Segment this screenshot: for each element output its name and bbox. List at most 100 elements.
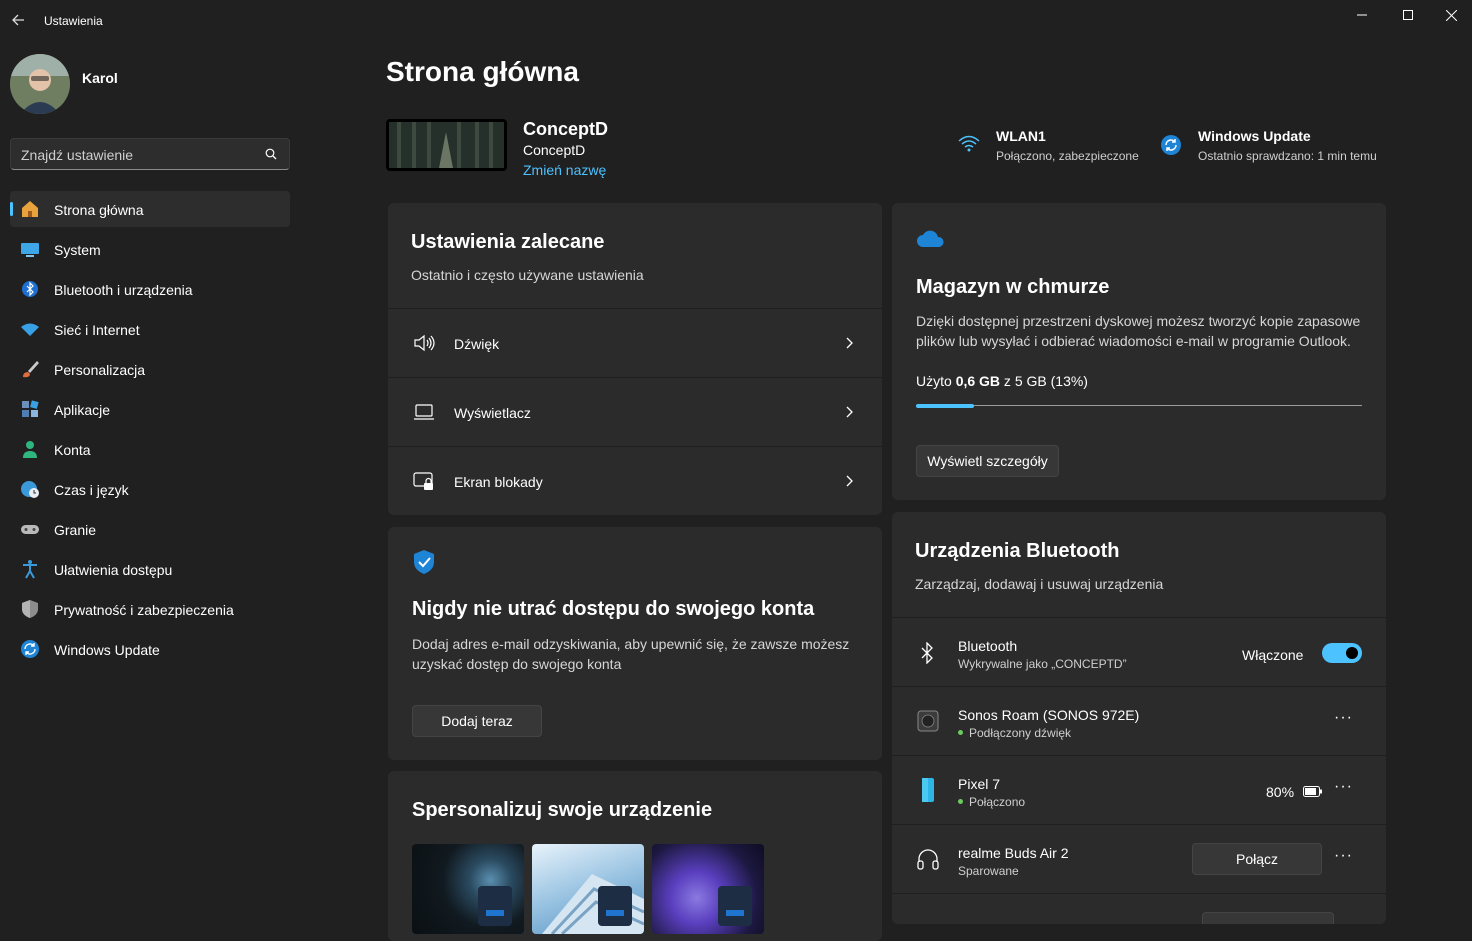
partial-button[interactable] [1202, 912, 1334, 924]
search-icon[interactable] [265, 148, 277, 160]
bt-device-status-text: Podłączony dźwięk [969, 726, 1072, 740]
sidebar-item-privacy[interactable]: Prywatność i zabezpieczenia [10, 591, 290, 627]
sidebar-item-accounts[interactable]: Konta [10, 431, 290, 467]
sidebar-item-time-language[interactable]: Czas i język [10, 471, 290, 507]
user-profile[interactable]: Karol [10, 54, 290, 114]
storage-used-value: 0,6 GB [955, 373, 1001, 389]
theme-thumbnail-2[interactable] [532, 844, 644, 934]
row-label: Ekran blokady [454, 474, 543, 490]
back-button[interactable] [6, 8, 30, 32]
rename-device-link[interactable]: Zmień nazwę [523, 162, 606, 178]
bt-device-status: Sparowane [958, 864, 1019, 878]
bt-device-status: Połączono [958, 795, 1025, 809]
card-text-line-2: uzyskać dostęp do swojego konta [412, 656, 622, 672]
add-now-button[interactable]: Dodaj teraz [412, 705, 542, 737]
chevron-right-icon [846, 337, 853, 349]
chevron-right-icon [846, 406, 853, 418]
sidebar-item-network[interactable]: Sieć i Internet [10, 311, 290, 347]
bluetooth-icon [921, 642, 933, 664]
windows-update-status-sub: Ostatnio sprawdzano: 1 min temu [1198, 149, 1377, 163]
card-title: Magazyn w chmurze [916, 276, 1110, 298]
bt-device-row[interactable]: Sonos Roam (SONOS 972E) Podłączony dźwię… [892, 687, 1386, 755]
sidebar-item-label: Strona główna [54, 202, 144, 218]
sidebar-item-label: Windows Update [54, 642, 160, 658]
bt-device-row[interactable]: Pixel 7 Połączono 80% ··· [892, 756, 1386, 824]
arrow-left-icon [12, 14, 24, 26]
sidebar-item-gaming[interactable]: Granie [10, 511, 290, 547]
card-text-line-2: plików lub wysyłać i odbierać wiadomości… [916, 333, 1351, 349]
row-label: Dźwięk [454, 336, 500, 352]
search-box[interactable] [10, 138, 290, 170]
app-title: Ustawienia [44, 14, 103, 28]
card-title: Ustawienia zalecane [411, 231, 605, 253]
user-name: Karol [82, 70, 118, 86]
sidebar-item-label: Aplikacje [54, 402, 111, 418]
wifi-status-icon[interactable] [958, 134, 980, 154]
title-bar: Ustawienia [0, 0, 1472, 42]
sidebar-item-home[interactable]: Strona główna [10, 191, 290, 227]
sidebar-item-accessibility[interactable]: Ułatwienia dostępu [10, 551, 290, 587]
shield-check-icon [414, 550, 434, 574]
more-options-button[interactable]: ··· [1334, 847, 1353, 865]
card-subtitle: Zarządzaj, dodawaj i usuwaj urządzenia [915, 576, 1164, 592]
theme-badge-icon [598, 886, 632, 926]
wifi-status-title[interactable]: WLAN1 [996, 128, 1046, 144]
sidebar-item-label: Personalizacja [54, 362, 146, 378]
more-options-button[interactable]: ··· [1334, 709, 1353, 727]
battery-icon [1303, 786, 1322, 797]
sidebar-item-label: Granie [54, 522, 97, 538]
bt-device-name: Pixel 7 [958, 776, 1001, 792]
avatar[interactable] [10, 54, 70, 114]
sidebar-item-system[interactable]: System [10, 231, 290, 267]
chevron-right-icon [846, 475, 853, 487]
card-title: Nigdy nie utrać dostępu do swojego konta [412, 598, 815, 620]
theme-badge-icon [718, 886, 752, 926]
sidebar-item-bluetooth[interactable]: Bluetooth i urządzenia [10, 271, 290, 307]
shield-icon [20, 599, 40, 619]
card-title: Spersonalizuj swoje urządzenie [412, 799, 713, 821]
sidebar-nav: Strona główna System Bluetooth i urządze… [10, 191, 290, 671]
personalize-card: Spersonalizuj swoje urządzenie [388, 771, 882, 941]
headphones-icon [917, 849, 939, 870]
bt-device-name: realme Buds Air 2 [958, 845, 1069, 861]
theme-thumbnail-3[interactable] [652, 844, 764, 934]
maximize-button[interactable] [1385, 0, 1431, 30]
speaker-icon [414, 334, 435, 352]
windows-update-status-icon[interactable] [1160, 134, 1182, 156]
bluetooth-toggle[interactable] [1322, 643, 1362, 663]
brush-icon [20, 359, 40, 379]
card-subtitle: Ostatnio i często używane ustawienia [411, 267, 644, 283]
minimize-button[interactable] [1339, 0, 1385, 30]
laptop-icon [414, 404, 434, 420]
view-details-button[interactable]: Wyświetl szczegóły [916, 445, 1059, 477]
card-text-line-1: Dodaj adres e-mail odzyskiwania, aby upe… [412, 636, 850, 652]
close-button[interactable] [1431, 0, 1472, 30]
sidebar-item-apps[interactable]: Aplikacje [10, 391, 290, 427]
monitor-icon [20, 239, 40, 259]
globe-clock-icon [20, 479, 40, 499]
bt-device-row[interactable]: realme Buds Air 2 Sparowane Połącz ··· [892, 825, 1386, 893]
more-options-button[interactable]: ··· [1334, 778, 1353, 796]
sidebar-item-label: Prywatność i zabezpieczenia [54, 602, 234, 618]
windows-update-status-title[interactable]: Windows Update [1198, 128, 1311, 144]
account-recovery-card: Nigdy nie utrać dostępu do swojego konta… [388, 527, 882, 760]
lock-screen-icon [413, 472, 433, 490]
recommended-item-sound[interactable]: Dźwięk [388, 309, 882, 377]
theme-thumbnail-1[interactable] [412, 844, 524, 934]
connected-dot-icon [958, 730, 963, 736]
cloud-storage-card: Magazyn w chmurze Dzięki dostępnej przes… [892, 203, 1386, 500]
phone-icon [922, 778, 934, 802]
storage-usage-text: Użyto 0,6 GB z 5 GB (13%) [916, 371, 1088, 391]
sidebar-item-personalization[interactable]: Personalizacja [10, 351, 290, 387]
bt-device-status-text: Połączono [969, 795, 1026, 809]
close-icon [1446, 9, 1457, 21]
search-input[interactable] [21, 145, 251, 165]
recommended-item-display[interactable]: Wyświetlacz [388, 378, 882, 446]
device-model: ConceptD [523, 142, 586, 158]
sidebar-item-label: Konta [54, 442, 91, 458]
speaker-device-icon [917, 710, 939, 732]
sync-icon [20, 639, 40, 659]
connect-button[interactable]: Połącz [1192, 843, 1322, 875]
sidebar-item-windows-update[interactable]: Windows Update [10, 631, 290, 667]
recommended-item-lock-screen[interactable]: Ekran blokady [388, 447, 882, 515]
